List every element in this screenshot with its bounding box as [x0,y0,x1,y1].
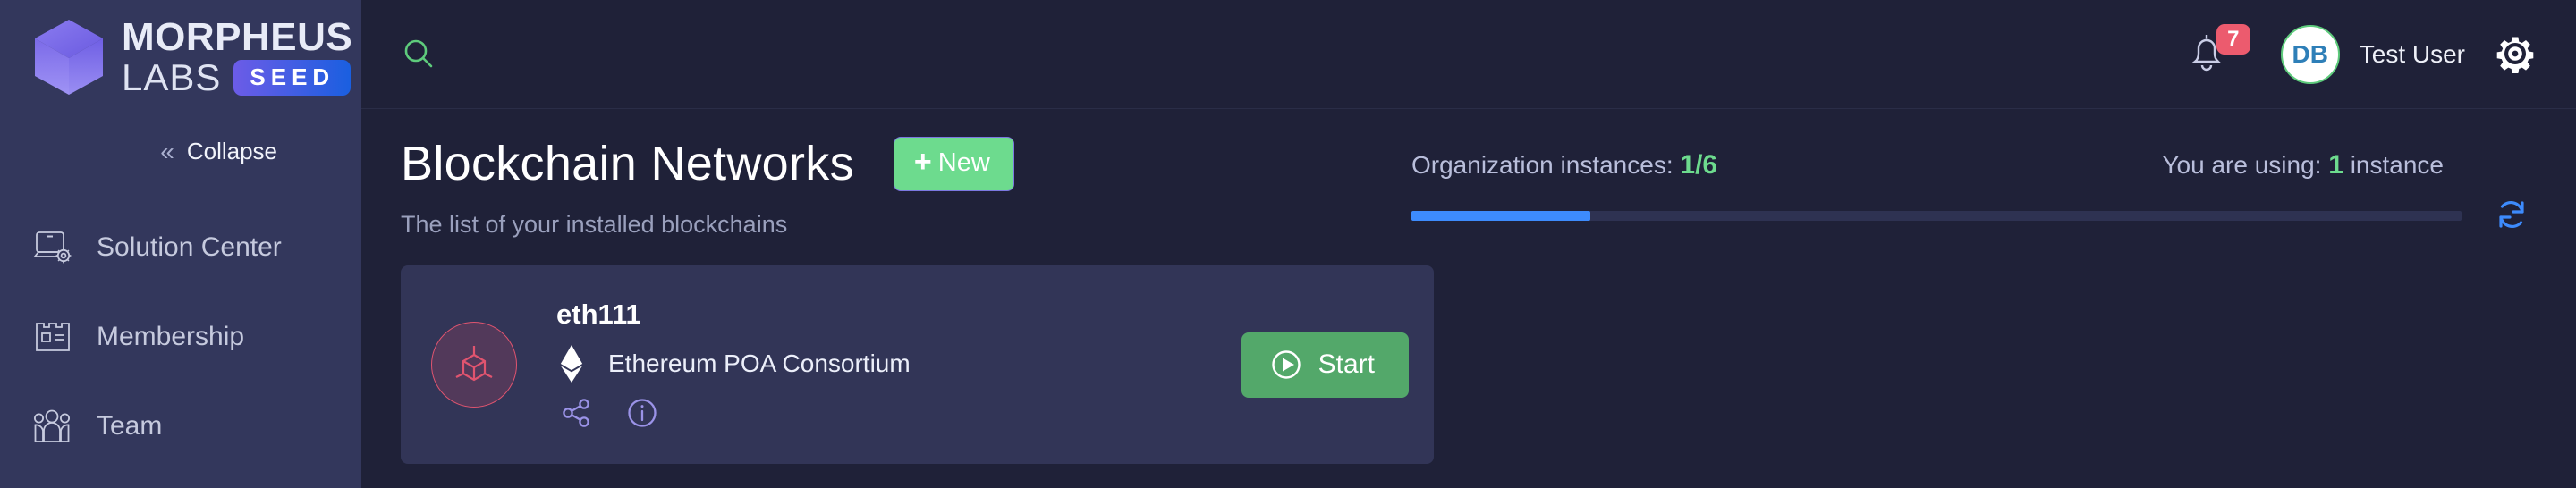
sidebar: MORPHEUS LABS SEED « Collapse Solution C… [0,0,361,488]
network-info: eth111 Ethereum POA Consortium [556,299,1241,431]
org-instances-value: 1/6 [1680,150,1718,180]
membership-card-icon [32,316,73,358]
brand-name-top: MORPHEUS [122,15,353,59]
network-status-badge [431,322,517,408]
app-root: MORPHEUS LABS SEED « Collapse Solution C… [0,0,2576,488]
gear-icon [2496,37,2534,73]
sidebar-item-label: Solution Center [97,232,282,262]
page-header-left: Blockchain Networks + New The list of yo… [401,136,1411,239]
sidebar-nav: Solution Center Membership Team [0,203,361,471]
usage-panel: Organization instances: 1/6 You are usin… [1411,136,2537,236]
network-card[interactable]: eth111 Ethereum POA Consortium Start [401,265,1434,464]
topbar: 7 DB Test User [361,0,2576,109]
plus-icon: + [913,145,932,180]
share-icon[interactable] [558,395,594,431]
search-icon[interactable] [401,33,444,76]
sidebar-collapse-button[interactable]: « Collapse [0,138,361,165]
hexagon-cube-icon [35,20,103,95]
sidebar-item-team[interactable]: Team [0,382,361,471]
usage-labels: Organization instances: 1/6 You are usin… [1411,150,2533,181]
start-network-button[interactable]: Start [1241,332,1409,398]
brand-name-bottom: LABS [122,56,222,98]
start-network-button-label: Start [1318,349,1375,379]
page-header: Blockchain Networks + New The list of yo… [361,109,2576,239]
play-circle-icon [1271,349,1301,379]
topbar-actions: 7 DB Test User [2184,23,2537,84]
sidebar-item-label: Team [97,411,163,441]
new-network-button-label: New [937,147,990,177]
info-icon[interactable] [624,395,660,431]
chevron-double-left-icon: « [160,137,174,165]
brand-logo[interactable]: MORPHEUS LABS SEED [0,0,361,97]
networks-list: eth111 Ethereum POA Consortium Start [361,239,2576,464]
network-type-row: Ethereum POA Consortium [556,345,1241,383]
avatar[interactable]: DB [2280,24,2340,84]
new-network-button[interactable]: + New [893,136,1014,191]
refresh-icon [2499,201,2524,228]
org-instances-text: Organization instances: [1411,151,1674,179]
people-group-icon [32,406,73,447]
sidebar-collapse-label: Collapse [186,138,277,164]
sidebar-item-label: Membership [97,322,245,351]
settings-button[interactable] [2496,34,2537,75]
you-are-using-text: You are using: [2162,151,2322,179]
laptop-gear-icon [32,227,73,268]
network-type-label: Ethereum POA Consortium [608,349,911,377]
network-name: eth111 [556,299,641,330]
page-title-row: Blockchain Networks + New [401,136,1411,191]
you-are-using-value: 1 [2328,150,2343,180]
page-title: Blockchain Networks [401,137,854,190]
page-subtitle: The list of your installed blockchains [401,211,788,238]
brand-badge-seed: SEED [233,60,352,96]
cube-node-icon [455,346,493,382]
you-are-using-suffix: instance [2350,151,2444,179]
you-are-using-label: You are using: 1 instance [2162,150,2533,181]
main-content: 7 DB Test User Blockchain Networks + New… [361,0,2576,488]
sidebar-item-membership[interactable]: Membership [0,292,361,382]
refresh-button[interactable] [2492,195,2533,236]
notifications-button[interactable]: 7 [2184,23,2250,80]
sidebar-item-solution-center[interactable]: Solution Center [0,203,361,292]
org-instances-label: Organization instances: 1/6 [1411,150,1717,181]
usage-progress-fill [1411,210,1590,221]
username-label: Test User [2359,39,2465,68]
notifications-count-badge: 7 [2216,23,2250,55]
usage-bar-row [1411,195,2533,236]
network-action-icons [556,395,1241,431]
usage-progress-track [1411,210,2462,221]
ethereum-icon [560,345,583,383]
